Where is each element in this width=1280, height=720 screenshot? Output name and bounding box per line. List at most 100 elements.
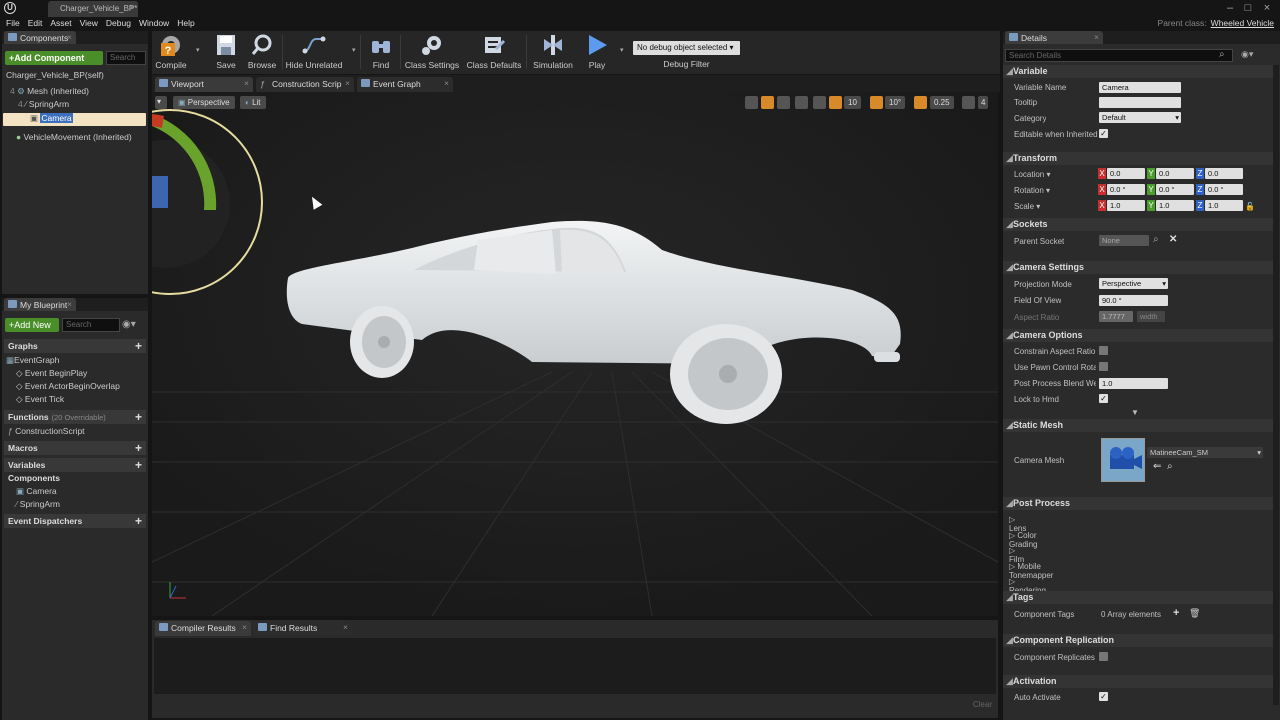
class-defaults-button[interactable]: Class Defaults: [466, 33, 522, 70]
lock-hmd-checkbox[interactable]: ✓: [1099, 394, 1108, 403]
menu-item[interactable]: File: [2, 17, 24, 29]
add-variable-icon[interactable]: +: [135, 458, 142, 472]
loc-z-input[interactable]: 0.0: [1205, 168, 1243, 179]
add-graph-icon[interactable]: +: [135, 339, 142, 353]
perspective-button[interactable]: ▣ Perspective: [173, 96, 235, 109]
details-scrollbar[interactable]: [1273, 65, 1279, 705]
section-static-mesh[interactable]: ◢ Static Mesh: [1003, 419, 1273, 432]
menu-item[interactable]: Debug: [102, 17, 135, 29]
section-activation[interactable]: ◢ Activation: [1003, 675, 1273, 688]
hide-unrelated-button[interactable]: Hide Unrelated: [284, 33, 344, 70]
camera-speed-value[interactable]: 4: [978, 96, 989, 109]
close-icon[interactable]: ×: [129, 3, 134, 12]
surface-snap-icon[interactable]: [813, 96, 826, 109]
auto-activate-checkbox[interactable]: ✓: [1099, 692, 1108, 701]
graphs-category[interactable]: Graphs +: [4, 339, 146, 353]
browse-asset-icon[interactable]: ⌕: [1167, 461, 1173, 472]
tab-components[interactable]: Components ×: [4, 31, 76, 44]
close-icon[interactable]: ×: [244, 78, 249, 88]
mesh-thumbnail[interactable]: [1101, 438, 1145, 482]
loc-x-input[interactable]: 0.0: [1107, 168, 1145, 179]
menu-item[interactable]: View: [76, 17, 102, 29]
variables-category[interactable]: Variables +: [4, 458, 146, 472]
location-label[interactable]: Location ▾: [1014, 170, 1051, 179]
tree-item-springarm[interactable]: 4 ⁄ SpringArm: [18, 99, 69, 112]
maximize-icon[interactable]: □: [1241, 2, 1255, 14]
components-search-input[interactable]: Search: [106, 51, 146, 65]
menu-item[interactable]: Window: [135, 17, 173, 29]
use-selected-icon[interactable]: ⇐: [1153, 461, 1161, 472]
component-var-item[interactable]: ▣ Camera: [16, 486, 57, 499]
expand-advanced-icon[interactable]: ▼: [1131, 408, 1139, 417]
blend-weight-input[interactable]: 1.0: [1099, 378, 1168, 389]
add-function-icon[interactable]: +: [135, 410, 142, 424]
add-dispatcher-icon[interactable]: +: [135, 514, 142, 528]
grid-snap-value[interactable]: 10: [844, 96, 861, 109]
add-component-button[interactable]: +Add Component: [5, 51, 103, 65]
event-item[interactable]: ◇ Event Tick: [16, 394, 64, 407]
blueprint-search-input[interactable]: Search: [62, 318, 120, 332]
section-tags[interactable]: ◢ Tags: [1003, 591, 1273, 604]
search-icon[interactable]: ⌕: [1153, 234, 1159, 245]
component-replicates-checkbox[interactable]: [1099, 652, 1108, 661]
tab-my-blueprint[interactable]: My Blueprint ×: [4, 298, 76, 311]
document-tab[interactable]: Charger_Vehicle_BP* ×: [48, 1, 138, 17]
parent-socket-value[interactable]: None: [1099, 235, 1149, 246]
dispatchers-category[interactable]: Event Dispatchers +: [4, 514, 146, 528]
tab-details[interactable]: Details ×: [1005, 31, 1103, 44]
scale-tool-icon[interactable]: [777, 96, 790, 109]
play-options-icon[interactable]: ▾: [620, 46, 624, 54]
menu-item[interactable]: Edit: [24, 17, 47, 29]
close-window-icon[interactable]: ×: [1260, 2, 1274, 14]
class-settings-button[interactable]: Class Settings: [404, 33, 460, 70]
tree-item-mesh[interactable]: 4 ⚙ Mesh (Inherited): [10, 86, 89, 99]
tab-event-graph[interactable]: Event Graph ×: [357, 77, 453, 92]
close-icon[interactable]: ×: [67, 32, 72, 42]
debug-object-select[interactable]: No debug object selected ▾: [633, 41, 740, 55]
view-options-icon[interactable]: ◉▾: [1241, 49, 1253, 60]
add-element-icon[interactable]: +: [1173, 607, 1179, 619]
menu-item[interactable]: Help: [173, 17, 198, 29]
macros-category[interactable]: Macros +: [4, 441, 146, 455]
section-transform[interactable]: ◢ Transform: [1003, 152, 1273, 165]
clear-button[interactable]: Clear: [973, 700, 992, 709]
viewport[interactable]: ▾ ▣ Perspective ◐ Lit 10 10° 0.25 4: [152, 92, 998, 616]
scl-y-input[interactable]: 1.0: [1156, 200, 1194, 211]
rot-y-input[interactable]: 0.0 °: [1156, 184, 1194, 195]
tab-find-results[interactable]: Find Results ×: [254, 621, 352, 636]
unreal-logo-icon[interactable]: U: [4, 2, 16, 14]
pawn-control-checkbox[interactable]: [1099, 362, 1108, 371]
tab-viewport[interactable]: Viewport ×: [155, 77, 253, 92]
rotation-snap-value[interactable]: 10°: [885, 96, 906, 109]
section-replication[interactable]: ◢ Component Replication: [1003, 634, 1273, 647]
section-camera-settings[interactable]: ◢ Camera Settings: [1003, 261, 1273, 274]
section-post-process[interactable]: ◢ Post Process: [1003, 497, 1273, 510]
rot-x-input[interactable]: 0.0 °: [1107, 184, 1145, 195]
tooltip-input[interactable]: [1099, 97, 1181, 108]
event-item[interactable]: ◇ Event ActorBeginOverlap: [16, 381, 120, 394]
tree-item-vehiclemovement[interactable]: ● VehicleMovement (Inherited): [16, 132, 132, 145]
grid-snap-icon[interactable]: [829, 96, 842, 109]
functions-category[interactable]: Functions (20 Overridable) +: [4, 410, 146, 424]
clear-icon[interactable]: ✕: [1169, 234, 1177, 245]
close-icon[interactable]: ×: [444, 78, 449, 88]
parent-class-link[interactable]: Wheeled Vehicle: [1211, 18, 1274, 28]
mesh-select[interactable]: MatineeCam_SM ▾: [1147, 447, 1263, 458]
scale-snap-value[interactable]: 0.25: [930, 96, 954, 109]
event-graph-item[interactable]: ▦EventGraph: [6, 355, 59, 368]
event-item[interactable]: ◇ Event BeginPlay: [16, 368, 87, 381]
section-camera-options[interactable]: ◢ Camera Options: [1003, 329, 1273, 342]
compile-button[interactable]: ? Compile: [154, 33, 188, 70]
add-new-button[interactable]: +Add New: [5, 318, 59, 332]
translate-tool-icon[interactable]: [745, 96, 758, 109]
minimize-icon[interactable]: –: [1223, 2, 1237, 14]
details-search-input[interactable]: Search Details: [1005, 49, 1233, 62]
close-icon[interactable]: ×: [345, 78, 350, 88]
components-subcategory[interactable]: Components: [8, 473, 60, 486]
close-icon[interactable]: ×: [67, 299, 72, 309]
projection-mode-select[interactable]: Perspective ▾: [1099, 278, 1168, 289]
trash-icon[interactable]: 🗑: [1189, 608, 1200, 619]
close-icon[interactable]: ×: [343, 622, 348, 632]
section-variable[interactable]: ◢ Variable: [1003, 65, 1273, 78]
find-button[interactable]: Find: [366, 33, 396, 70]
